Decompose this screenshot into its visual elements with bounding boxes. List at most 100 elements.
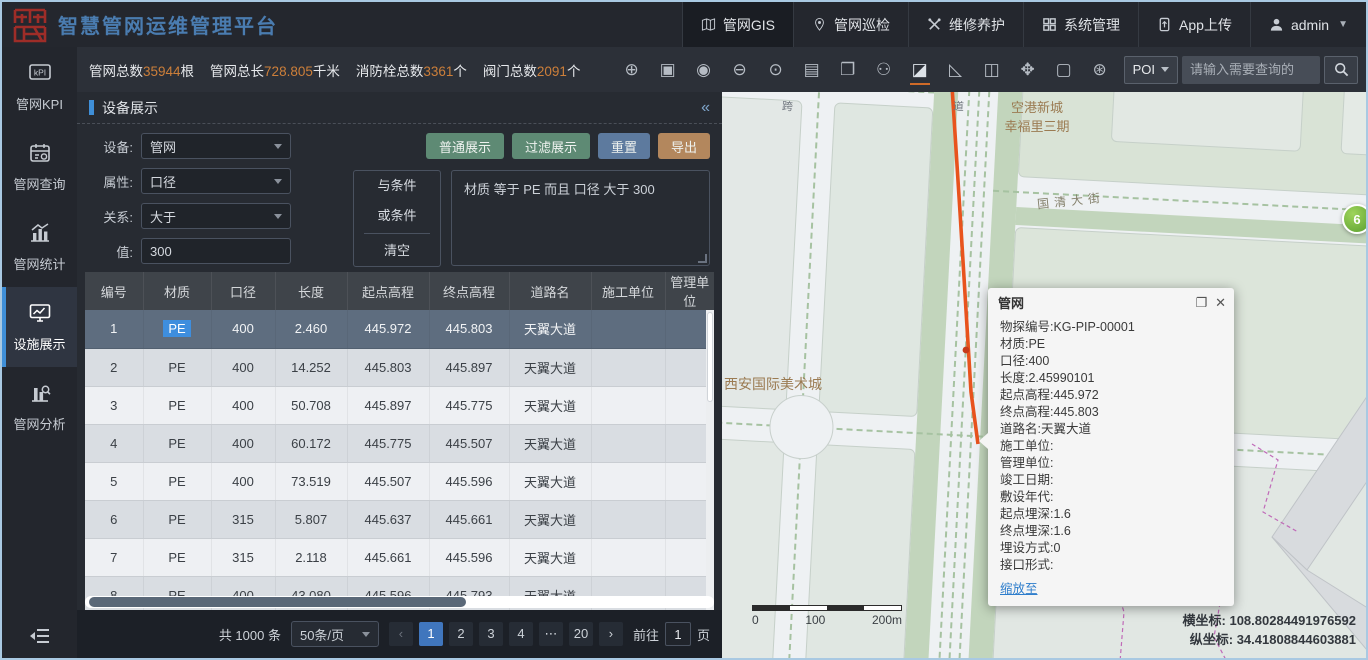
cluster-marker[interactable]: 6	[1342, 204, 1366, 234]
close-icon[interactable]: ✕	[1215, 296, 1226, 309]
xixian-seal-logo	[12, 7, 48, 43]
zoom-in-icon[interactable]: ⊕	[614, 53, 650, 87]
device-select[interactable]: 管网	[141, 133, 291, 159]
prev-page-button[interactable]: ‹	[389, 622, 413, 646]
condition-expression-box[interactable]: 材质 等于 PE 而且 口径 大于 300	[451, 170, 710, 266]
relation-select[interactable]: 大于	[141, 203, 291, 229]
popup-field: 起点高程:445.972	[1000, 387, 1222, 404]
and-condition-button[interactable]: 与条件	[354, 171, 440, 201]
divider	[364, 233, 430, 234]
gis-map[interactable]: 空港新城 幸福里三期 西安国际美术城 国清大街 跨 道 6 0100200m 横…	[722, 92, 1366, 658]
table-horizontal-scrollbar[interactable]	[85, 596, 714, 608]
sidebar-item-pipeline-analysis[interactable]: 管网分析	[2, 367, 77, 447]
brand: 智慧管网运维管理平台	[2, 7, 682, 43]
monitor-chart-icon	[2, 302, 77, 328]
clear-selection-icon[interactable]: ◪	[902, 53, 938, 87]
sidebar-item-label: 管网分析	[2, 414, 77, 433]
query-zoom-icon[interactable]: ⊛	[1082, 53, 1118, 87]
column-header: 起点高程	[347, 272, 429, 310]
panel-collapse-button[interactable]: «	[701, 99, 710, 117]
print-icon[interactable]: ▤	[794, 53, 830, 87]
filter-display-button[interactable]: 过滤展示	[512, 133, 590, 159]
form-buttons: 普通展示过滤展示重置导出	[426, 133, 710, 159]
sidebar-item-label: 管网KPI	[2, 94, 77, 113]
export-button[interactable]: 导出	[658, 133, 710, 159]
marker-plus-icon[interactable]: ⊙	[758, 53, 794, 87]
popup-attributes: 物探编号:KG-PIP-00001材质:PE口径:400长度:2.4599010…	[988, 315, 1234, 606]
search-button[interactable]	[1324, 56, 1358, 84]
sidebar-item-facility-display[interactable]: 设施展示	[2, 287, 77, 367]
sidebar-collapse-button[interactable]	[2, 627, 77, 650]
marker-minus-icon[interactable]: ⊖	[722, 53, 758, 87]
nav-item-pipeline-gis[interactable]: 管网GIS	[682, 2, 793, 47]
nav-item-label: 管网GIS	[723, 15, 775, 35]
page-size-select[interactable]: 50条/页	[291, 621, 379, 647]
page-button-20[interactable]: 20	[569, 622, 593, 646]
table-vertical-scrollbar[interactable]	[706, 310, 714, 610]
map-gis-icon	[701, 17, 716, 32]
maximize-icon[interactable]: ❐	[1195, 296, 1207, 309]
attribute-select[interactable]: 口径	[141, 168, 291, 194]
nav-item-label: admin	[1291, 17, 1329, 33]
nav-item-maintenance[interactable]: 维修养护	[908, 2, 1023, 47]
stats-toolbar: 管网总数35944根管网总长728.805千米消防栓总数3361个阀门总数209…	[77, 47, 1366, 92]
table-row[interactable]: 3PE40050.708445.897445.775天翼大道	[85, 386, 714, 424]
table-row[interactable]: 1PE4002.460445.972445.803天翼大道	[85, 310, 714, 348]
page-button-3[interactable]: 3	[479, 622, 503, 646]
reset-button[interactable]: 重置	[598, 133, 650, 159]
chevron-down-icon	[274, 144, 282, 149]
pagination-bar: 共 1000 条 50条/页 ‹1234⋯20› 前往 页	[77, 610, 722, 658]
stat-item: 管网总数35944根	[89, 60, 194, 80]
next-page-button[interactable]: ›	[599, 622, 623, 646]
full-extent-icon[interactable]: ▣	[650, 53, 686, 87]
page-button-2[interactable]: 2	[449, 622, 473, 646]
table-row[interactable]: 5PE40073.519445.507445.596天翼大道	[85, 462, 714, 500]
table-row[interactable]: 4PE40060.172445.775445.507天翼大道	[85, 424, 714, 462]
table-row[interactable]: 6PE3155.807445.637445.661天翼大道	[85, 500, 714, 538]
chevron-down-icon: ▼	[1338, 19, 1348, 30]
bar-chart-icon	[2, 222, 77, 248]
normal-display-button[interactable]: 普通展示	[426, 133, 504, 159]
table-row[interactable]: 2PE40014.252445.803445.897天翼大道	[85, 348, 714, 386]
sidebar-item-pipeline-statistics[interactable]: 管网统计	[2, 207, 77, 287]
clear-condition-button[interactable]: 清空	[354, 236, 440, 266]
popup-field: 接口形式:	[1000, 557, 1222, 574]
nav-item-app-upload[interactable]: App上传	[1138, 2, 1250, 47]
page-button-⋯[interactable]: ⋯	[539, 622, 563, 646]
sidebar-item-pipeline-query[interactable]: 管网查询	[2, 127, 77, 207]
scalebar-tick: 200m	[872, 613, 902, 627]
nav-item-pipeline-patrol[interactable]: 管网巡检	[793, 2, 908, 47]
page-button-4[interactable]: 4	[509, 622, 533, 646]
goto-page-input[interactable]	[665, 622, 691, 646]
attribute-label: 属性:	[89, 172, 133, 191]
copy-layers-icon[interactable]: ❐	[830, 53, 866, 87]
popup-field: 起点埋深:1.6	[1000, 506, 1222, 523]
measure-icon[interactable]: ◺	[938, 53, 974, 87]
nav-item-system-management[interactable]: 系统管理	[1023, 2, 1138, 47]
zoom-to-link[interactable]: 缩放至	[1000, 581, 1038, 598]
map-search-input[interactable]	[1182, 56, 1320, 84]
stat-item: 阀门总数2091个	[483, 60, 581, 80]
goto-page: 前往 页	[633, 622, 710, 646]
analysis-chart-icon	[2, 382, 77, 408]
value-input[interactable]	[141, 238, 291, 264]
overview-window-icon[interactable]: ◫	[974, 53, 1010, 87]
top-header: 智慧管网运维管理平台 管网GIS 管网巡检维修养护系统管理App上传 admin ▼	[2, 2, 1366, 47]
pan-hand-icon[interactable]: ✥	[1010, 53, 1046, 87]
or-condition-button[interactable]: 或条件	[354, 201, 440, 231]
poi-type-select[interactable]: POI	[1124, 56, 1178, 84]
scalebar-tick: 100	[805, 613, 825, 627]
page-button-1[interactable]: 1	[419, 622, 443, 646]
select-rect-icon[interactable]: ▢	[1046, 53, 1082, 87]
map-scalebar: 0100200m	[752, 605, 902, 627]
sidebar-item-pipeline-kpi[interactable]: kPI 管网KPI	[2, 47, 77, 127]
topology-icon[interactable]: ⚇	[866, 53, 902, 87]
popup-field: 竣工日期:	[1000, 472, 1222, 489]
kpi-icon: kPI	[2, 62, 77, 88]
table-row[interactable]: 7PE3152.118445.661445.596天翼大道	[85, 538, 714, 576]
nav-item-user-menu[interactable]: admin ▼	[1250, 2, 1366, 47]
marker-locate-icon[interactable]: ◉	[686, 53, 722, 87]
panel-header: 设备展示 «	[77, 92, 722, 124]
nav-item-label: 管网巡检	[834, 15, 890, 35]
total-count: 共 1000 条	[219, 625, 281, 644]
